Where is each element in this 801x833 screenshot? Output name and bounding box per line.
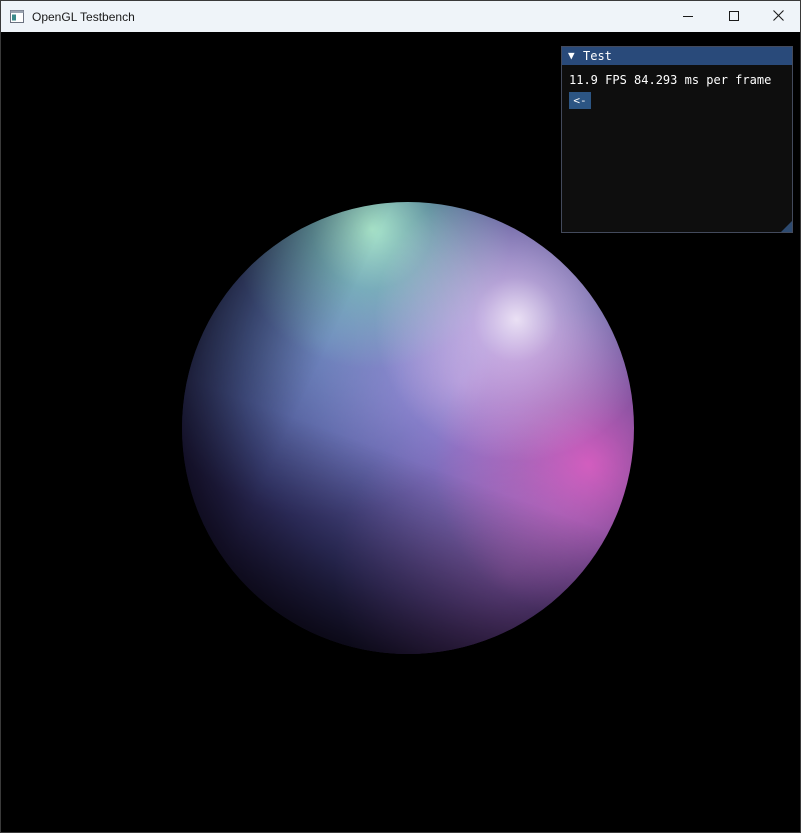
app-window-icon	[10, 10, 24, 23]
fps-stats-text: 11.9 FPS 84.293 ms per frame	[569, 73, 772, 87]
imgui-titlebar[interactable]: ▼ Test	[562, 47, 792, 65]
maximize-button[interactable]	[711, 1, 757, 32]
app-window: OpenGL Testbench ▼ Test 11.9 FPS 84.293 …	[0, 0, 801, 833]
back-button[interactable]: <-	[569, 92, 591, 109]
close-icon	[772, 9, 784, 24]
resize-grip-icon[interactable]	[781, 221, 792, 232]
maximize-icon	[729, 10, 739, 24]
imgui-window-title: Test	[583, 49, 612, 63]
close-button[interactable]	[755, 1, 801, 32]
collapse-arrow-icon[interactable]: ▼	[568, 50, 575, 62]
gl-viewport[interactable]: ▼ Test 11.9 FPS 84.293 ms per frame <-	[1, 32, 800, 832]
sphere-shading	[182, 202, 634, 654]
window-titlebar[interactable]: OpenGL Testbench	[1, 1, 800, 32]
minimize-button[interactable]	[665, 1, 711, 32]
imgui-test-window[interactable]: ▼ Test 11.9 FPS 84.293 ms per frame <-	[561, 46, 793, 233]
minimize-icon	[683, 10, 693, 24]
window-title: OpenGL Testbench	[32, 10, 135, 24]
